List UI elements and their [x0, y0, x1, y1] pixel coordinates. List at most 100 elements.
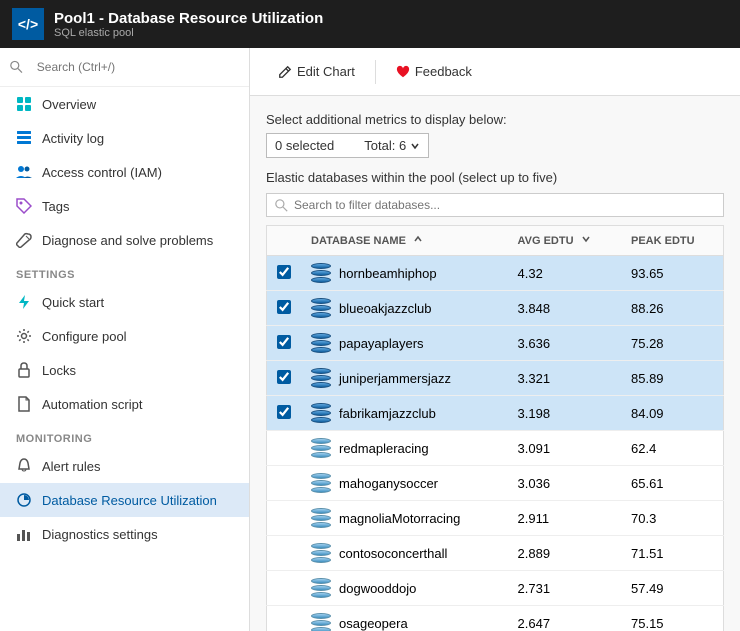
row-checkbox[interactable] — [277, 335, 291, 349]
wrench-icon — [16, 232, 32, 248]
avg-edtu-value: 3.848 — [508, 291, 621, 326]
list-icon — [16, 130, 32, 146]
peak-edtu-value: 71.51 — [621, 536, 724, 571]
app-icon: </> — [12, 8, 44, 40]
sidebar-item-access-control[interactable]: Access control (IAM) — [0, 155, 249, 189]
database-icon — [311, 298, 331, 318]
search-input[interactable] — [29, 56, 239, 78]
database-icon — [311, 473, 331, 493]
avg-edtu-value: 4.32 — [508, 256, 621, 291]
lightning-icon — [16, 294, 32, 310]
feedback-button[interactable]: Feedback — [384, 58, 484, 85]
db-name: osageopera — [339, 616, 408, 631]
filter-input[interactable] — [294, 198, 715, 212]
filter-row[interactable] — [266, 193, 724, 217]
sidebar-item-alert-rules[interactable]: Alert rules — [0, 449, 249, 483]
table-row[interactable]: mahoganysoccer 3.03665.61 — [267, 466, 724, 501]
sidebar-item-database-utilization[interactable]: Elastic databases within the pool (selec… — [0, 483, 249, 517]
sidebar-item-automation[interactable]: Automation script — [0, 387, 249, 421]
row-checkbox[interactable] — [277, 300, 291, 314]
peak-edtu-value: 85.89 — [621, 361, 724, 396]
sidebar-item-diagnostics[interactable]: Diagnostics settings — [0, 517, 249, 551]
tag-icon — [16, 198, 32, 214]
table-row[interactable]: blueoakjazzclub3.84888.26 — [267, 291, 724, 326]
row-checkbox[interactable] — [277, 265, 291, 279]
sidebar-item-locks[interactable]: Locks — [0, 353, 249, 387]
peak-edtu-value: 65.61 — [621, 466, 724, 501]
peak-edtu-value: 93.65 — [621, 256, 724, 291]
search-icon — [10, 60, 23, 74]
sidebar-item-label: Tags — [42, 199, 69, 214]
content-body: Select additional metrics to display bel… — [250, 96, 740, 631]
avg-edtu-value: 2.647 — [508, 606, 621, 631]
database-icon — [311, 508, 331, 528]
bar-chart-icon — [16, 526, 32, 542]
page-subtitle: SQL elastic pool — [54, 27, 323, 39]
sidebar-search-container[interactable] — [0, 48, 249, 87]
table-row[interactable]: magnoliaMotorracing2.91170.3 — [267, 501, 724, 536]
edit-chart-button[interactable]: Edit Chart — [266, 58, 367, 85]
sidebar-item-tags[interactable]: Tags — [0, 189, 249, 223]
gear-icon — [16, 328, 32, 344]
metrics-selected: 0 selected — [275, 138, 334, 153]
db-name: magnoliaMotorracing — [339, 511, 460, 526]
peak-edtu-value: 62.4 — [621, 431, 724, 466]
sidebar-item-activity-log[interactable]: Activity log — [0, 121, 249, 155]
table-row[interactable]: redmapleracing3.09162.4 — [267, 431, 724, 466]
col-header-name[interactable]: DATABASE NAME — [301, 226, 508, 256]
sidebar-item-label: Diagnostics settings — [42, 527, 158, 542]
table-row[interactable]: juniperjammersjazz3.32185.89 — [267, 361, 724, 396]
sidebar-item-diagnose[interactable]: Diagnose and solve problems — [0, 223, 249, 257]
col-header-peak-edtu[interactable]: PEAK EDTU — [621, 226, 724, 256]
database-icon — [311, 613, 331, 631]
table-row[interactable]: contosoconcerthall2.88971.51 — [267, 536, 724, 571]
avg-edtu-value: 2.911 — [508, 501, 621, 536]
table-row[interactable]: fabrikamjazzclub3.19884.09 — [267, 396, 724, 431]
database-icon — [311, 263, 331, 283]
sidebar-item-quickstart[interactable]: Quick start — [0, 285, 249, 319]
pencil-icon — [278, 65, 292, 79]
settings-section-label: SETTINGS — [0, 257, 249, 285]
db-name: mahoganysoccer — [339, 476, 438, 491]
row-checkbox[interactable] — [277, 370, 291, 384]
content-area: Edit Chart Feedback Select additional me… — [250, 48, 740, 631]
sidebar-item-configure-pool[interactable]: Configure pool — [0, 319, 249, 353]
sidebar-item-overview[interactable]: Overview — [0, 87, 249, 121]
grid-icon — [16, 96, 32, 112]
peak-edtu-value: 75.28 — [621, 326, 724, 361]
metrics-dropdown[interactable]: 0 selected Total: 6 — [266, 133, 429, 158]
sidebar: Overview Activity log Access control (IA… — [0, 48, 250, 631]
db-name: hornbeamhiphop — [339, 266, 437, 281]
db-name: dogwooddojo — [339, 581, 416, 596]
peak-edtu-value: 75.15 — [621, 606, 724, 631]
sidebar-item-label: Activity log — [42, 131, 104, 146]
avg-edtu-value: 3.036 — [508, 466, 621, 501]
metrics-total: Total: 6 — [364, 138, 406, 153]
table-row[interactable]: dogwooddojo2.73157.49 — [267, 571, 724, 606]
database-icon — [311, 368, 331, 388]
col-header-avg-edtu[interactable]: AVG EDTU — [508, 226, 621, 256]
database-table: DATABASE NAME AVG EDTU PEAK EDTU hornbea… — [266, 225, 724, 631]
avg-edtu-value: 2.731 — [508, 571, 621, 606]
sidebar-nav: Overview Activity log Access control (IA… — [0, 87, 249, 631]
monitoring-section-label: MONITORING — [0, 421, 249, 449]
sidebar-item-label: Overview — [42, 97, 96, 112]
sidebar-item-label: Quick start — [42, 295, 104, 310]
page-title: Pool1 - Database Resource Utilization — [54, 10, 323, 27]
edit-chart-label: Edit Chart — [297, 64, 355, 79]
bell-icon — [16, 458, 32, 474]
avg-edtu-value: 3.636 — [508, 326, 621, 361]
table-row[interactable]: hornbeamhiphop 4.3293.65 — [267, 256, 724, 291]
row-checkbox[interactable] — [277, 405, 291, 419]
chart-circle-icon — [16, 492, 32, 508]
database-icon — [311, 438, 331, 458]
toolbar-separator — [375, 60, 376, 84]
table-row[interactable]: papayaplayers3.63675.28 — [267, 326, 724, 361]
database-icon — [311, 333, 331, 353]
col-header-checkbox — [267, 226, 302, 256]
db-name: contosoconcerthall — [339, 546, 447, 561]
app-header: </> Pool1 - Database Resource Utilizatio… — [0, 0, 740, 48]
filter-search-icon — [275, 199, 288, 212]
sidebar-item-label: Alert rules — [42, 459, 101, 474]
table-row[interactable]: osageopera 2.64775.15 — [267, 606, 724, 631]
